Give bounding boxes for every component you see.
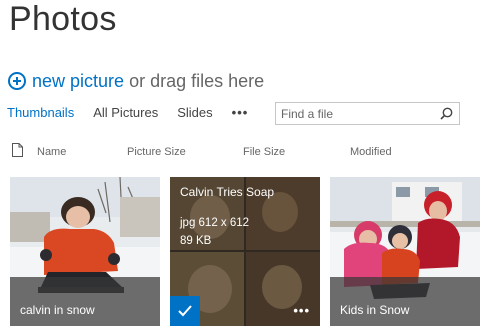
photo-file-size: 89 KB bbox=[180, 235, 212, 247]
drag-files-hint: or drag files here bbox=[129, 70, 265, 91]
page-title: Photos bbox=[9, 0, 117, 38]
photo-tile[interactable]: calvin in snow bbox=[10, 177, 160, 326]
view-all-pictures[interactable]: All Pictures bbox=[93, 105, 158, 120]
checkmark-icon bbox=[178, 305, 192, 317]
column-picture-size[interactable]: Picture Size bbox=[127, 146, 186, 158]
view-switcher: Thumbnails All Pictures Slides ••• bbox=[7, 105, 248, 120]
new-picture-link[interactable]: new picture bbox=[32, 71, 124, 92]
photo-tile[interactable]: Kids in Snow bbox=[330, 177, 480, 326]
view-slides[interactable]: Slides bbox=[177, 105, 212, 120]
more-options-button[interactable]: ••• bbox=[293, 303, 310, 318]
photo-caption[interactable]: Kids in Snow bbox=[340, 303, 409, 317]
caption-bar bbox=[10, 277, 160, 326]
selection-checkbox[interactable] bbox=[170, 296, 200, 326]
search-box bbox=[275, 102, 460, 125]
search-icon[interactable] bbox=[440, 107, 453, 120]
photo-dimensions: jpg 612 x 612 bbox=[180, 217, 250, 229]
column-headers: Name Picture Size File Size Modified bbox=[0, 143, 491, 161]
photo-title[interactable]: Calvin Tries Soap bbox=[180, 185, 274, 199]
new-picture-area: new picture or drag files here bbox=[8, 70, 264, 92]
view-thumbnails[interactable]: Thumbnails bbox=[7, 105, 74, 120]
plus-circle-icon[interactable] bbox=[8, 72, 26, 90]
photo-caption[interactable]: calvin in snow bbox=[20, 303, 95, 317]
column-modified[interactable]: Modified bbox=[350, 146, 392, 158]
caption-bar bbox=[330, 277, 480, 326]
more-views-button[interactable]: ••• bbox=[232, 105, 249, 120]
column-file-size[interactable]: File Size bbox=[243, 146, 285, 158]
document-icon[interactable] bbox=[12, 143, 23, 157]
search-input[interactable] bbox=[276, 103, 426, 124]
column-name[interactable]: Name bbox=[37, 146, 66, 158]
photo-tile-selected[interactable]: Calvin Tries Soap jpg 612 x 612 89 KB ••… bbox=[170, 177, 320, 326]
